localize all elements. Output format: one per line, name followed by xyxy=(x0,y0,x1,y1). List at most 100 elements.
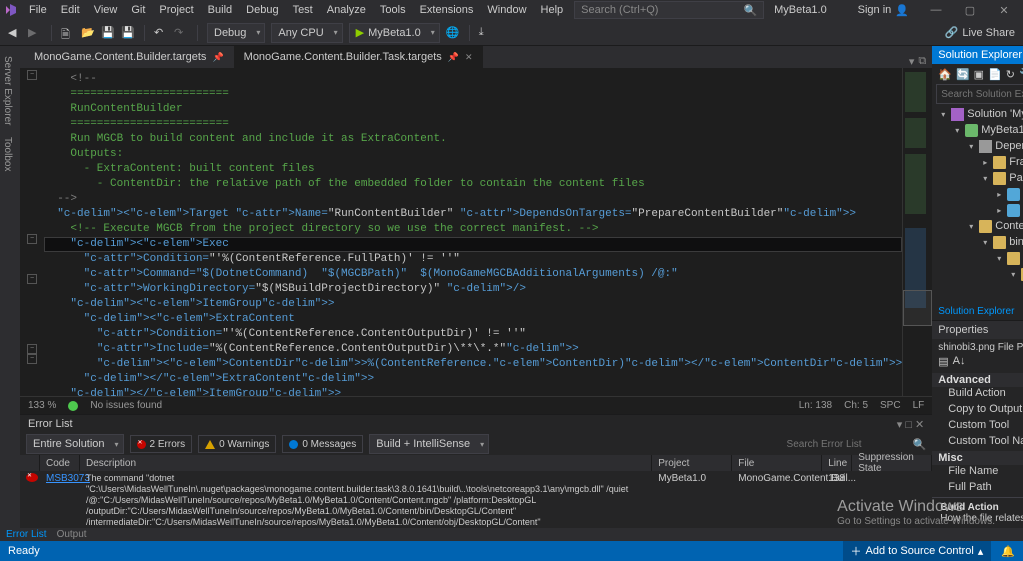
tree-node[interactable]: ▾bin xyxy=(932,234,1023,250)
props-category-misc[interactable]: Misc xyxy=(932,451,1023,465)
split-icon[interactable]: ⧉ xyxy=(918,55,926,68)
tab-overflow-icon[interactable]: ▾ xyxy=(909,55,915,68)
props-category-advanced[interactable]: Advanced xyxy=(932,373,1023,387)
property-row[interactable]: Copy to Output DirectoryDo not copy xyxy=(932,403,1023,419)
close-button[interactable]: ✕ xyxy=(989,4,1019,17)
global-search-input[interactable]: Search (Ctrl+Q) 🔍 xyxy=(574,1,764,19)
platform-dropdown[interactable]: Any CPU xyxy=(271,23,342,43)
solution-tree[interactable]: ▾ Solution 'MyBeta1.0' (1 of 1 project) … xyxy=(932,104,1023,302)
notifications-icon[interactable]: 🔔 xyxy=(1001,545,1015,558)
menu-window[interactable]: Window xyxy=(480,2,533,18)
indent-indicator[interactable]: SPC xyxy=(880,400,901,411)
menu-tools[interactable]: Tools xyxy=(373,2,413,18)
save-icon[interactable]: 💾 xyxy=(101,26,115,40)
new-icon[interactable]: 🗎 xyxy=(61,26,75,40)
file-icon xyxy=(993,172,1006,185)
file-icon xyxy=(1007,252,1020,265)
error-row[interactable]: MSB3073 The command "dotnet "C:\Users\Mi… xyxy=(20,471,932,528)
menu-file[interactable]: File xyxy=(22,2,54,18)
doc-tab-2[interactable]: MonoGame.Content.Builder.Task.targets 📌 … xyxy=(234,46,483,68)
show-all-icon[interactable]: 📄 xyxy=(988,68,1002,81)
menu-analyze[interactable]: Analyze xyxy=(320,2,373,18)
open-icon[interactable]: 📂 xyxy=(81,26,95,40)
close-tab-icon[interactable]: ✕ xyxy=(465,52,473,63)
menu-test[interactable]: Test xyxy=(286,2,320,18)
start-debug-button[interactable]: ▶ MyBeta1.0 xyxy=(349,23,440,43)
toolbox-tab[interactable]: Toolbox xyxy=(0,133,20,175)
redo-icon[interactable]: ↷ xyxy=(174,26,188,40)
tree-node[interactable]: ▸Frameworks xyxy=(932,154,1023,170)
tree-node[interactable]: ▾Content xyxy=(932,218,1023,234)
tree-node[interactable]: ▾MyBeta1.0 xyxy=(932,122,1023,138)
maximize-button[interactable]: ▢ xyxy=(955,4,985,17)
properties-icon[interactable]: 🔧 xyxy=(1019,68,1023,81)
tree-node[interactable]: ▾Content xyxy=(932,266,1023,282)
build-filter-dropdown[interactable]: Build + IntelliSense xyxy=(369,434,489,454)
messages-filter-button[interactable]: 0 Messages xyxy=(282,435,363,453)
solution-root[interactable]: ▾ Solution 'MyBeta1.0' (1 of 1 project) xyxy=(932,106,1023,122)
tree-node[interactable]: ▾DesktopGL xyxy=(932,250,1023,266)
property-row[interactable]: Custom Tool xyxy=(932,419,1023,435)
nav-back-icon[interactable]: ◀ xyxy=(8,26,22,40)
warnings-filter-button[interactable]: 0 Warnings xyxy=(198,435,276,453)
alpha-icon[interactable]: A↓ xyxy=(953,355,966,373)
pin-icon[interactable]: 📌 xyxy=(448,52,459,63)
property-row[interactable]: Full PathC:\Users\MidasWellTuneIn\source… xyxy=(932,481,1023,497)
server-explorer-tab[interactable]: Server Explorer xyxy=(0,52,20,129)
sync-icon[interactable]: 🔄 xyxy=(956,68,970,81)
menu-project[interactable]: Project xyxy=(152,2,200,18)
tree-node[interactable]: ▾Dependencies xyxy=(932,138,1023,154)
nav-fwd-icon[interactable]: ▶ xyxy=(28,26,42,40)
menu-extensions[interactable]: Extensions xyxy=(413,2,481,18)
property-row[interactable]: Build ActionNone xyxy=(932,387,1023,403)
menu-build[interactable]: Build xyxy=(201,2,239,18)
categorize-icon[interactable]: ▤ xyxy=(938,355,948,373)
code-editor[interactable]: <!-- ======================== RunContent… xyxy=(44,68,902,396)
property-row[interactable]: Custom Tool Namespace xyxy=(932,435,1023,451)
error-search-input[interactable] xyxy=(787,439,907,450)
tree-node[interactable]: ▾Packages xyxy=(932,170,1023,186)
step-icon[interactable]: ⤓ xyxy=(479,26,493,40)
char-indicator[interactable]: Ch: 5 xyxy=(844,400,868,411)
live-share-button[interactable]: 🔗 Live Share xyxy=(945,26,1015,39)
browser-icon[interactable]: 🌐 xyxy=(446,26,460,40)
error-list-title: Error List xyxy=(28,418,73,430)
property-row[interactable]: File Nameshinobi3.png xyxy=(932,465,1023,481)
add-source-control-button[interactable]: ＋ Add to Source Control ▴ xyxy=(843,541,992,561)
signin-button[interactable]: Sign in 👤 xyxy=(850,4,917,17)
error-scope-dropdown[interactable]: Entire Solution xyxy=(26,434,124,454)
eol-indicator[interactable]: LF xyxy=(913,400,925,411)
menu-debug[interactable]: Debug xyxy=(239,2,285,18)
properties-panel: Properties ▾ □ ✕ shinobi3.png File Prope… xyxy=(932,320,1023,528)
document-tabs: MonoGame.Content.Builder.targets 📌 MonoG… xyxy=(20,46,932,68)
file-icon xyxy=(993,236,1006,249)
errors-filter-button[interactable]: 2 Errors xyxy=(130,435,193,453)
menu-help[interactable]: Help xyxy=(534,2,571,18)
solution-search-input[interactable]: 🔍 xyxy=(936,84,1023,104)
error-code-link[interactable]: MSB3073 xyxy=(40,473,80,528)
tree-node[interactable]: backDrop.xnb xyxy=(932,282,1023,298)
solution-explorer-tab[interactable]: Solution Explorer xyxy=(938,306,1014,317)
doc-tab-1[interactable]: MonoGame.Content.Builder.targets 📌 xyxy=(24,46,234,68)
line-indicator[interactable]: Ln: 138 xyxy=(799,400,832,411)
error-list-tab[interactable]: Error List xyxy=(6,529,47,540)
minimap[interactable] xyxy=(902,68,932,396)
menu-view[interactable]: View xyxy=(87,2,125,18)
refresh-icon[interactable]: ↻ xyxy=(1006,68,1015,81)
save-all-icon[interactable]: 💾 xyxy=(121,26,135,40)
pin-icon[interactable]: 📌 xyxy=(212,52,223,63)
tree-node[interactable]: ▸MonoGame.Framework.DesktopGL (3.8.0.164… xyxy=(932,202,1023,218)
solution-toolbar: 🏠 🔄 ▣ 📄 ↻ 🔧 👁 xyxy=(932,64,1023,84)
undo-icon[interactable]: ↶ xyxy=(154,26,168,40)
tree-node[interactable]: ▸MonoGame.Content.Builder.Task (3.8.0.16… xyxy=(932,186,1023,202)
minimize-button[interactable]: — xyxy=(921,4,951,16)
config-dropdown[interactable]: Debug xyxy=(207,23,265,43)
zoom-level[interactable]: 133 % xyxy=(28,400,56,411)
left-tool-tabs[interactable]: Server Explorer Toolbox xyxy=(0,46,20,528)
output-tab[interactable]: Output xyxy=(57,529,87,540)
collapse-icon[interactable]: ▣ xyxy=(974,68,984,81)
menu-git[interactable]: Git xyxy=(124,2,152,18)
user-icon: 👤 xyxy=(895,4,909,17)
home-icon[interactable]: 🏠 xyxy=(938,68,952,81)
menu-edit[interactable]: Edit xyxy=(54,2,87,18)
